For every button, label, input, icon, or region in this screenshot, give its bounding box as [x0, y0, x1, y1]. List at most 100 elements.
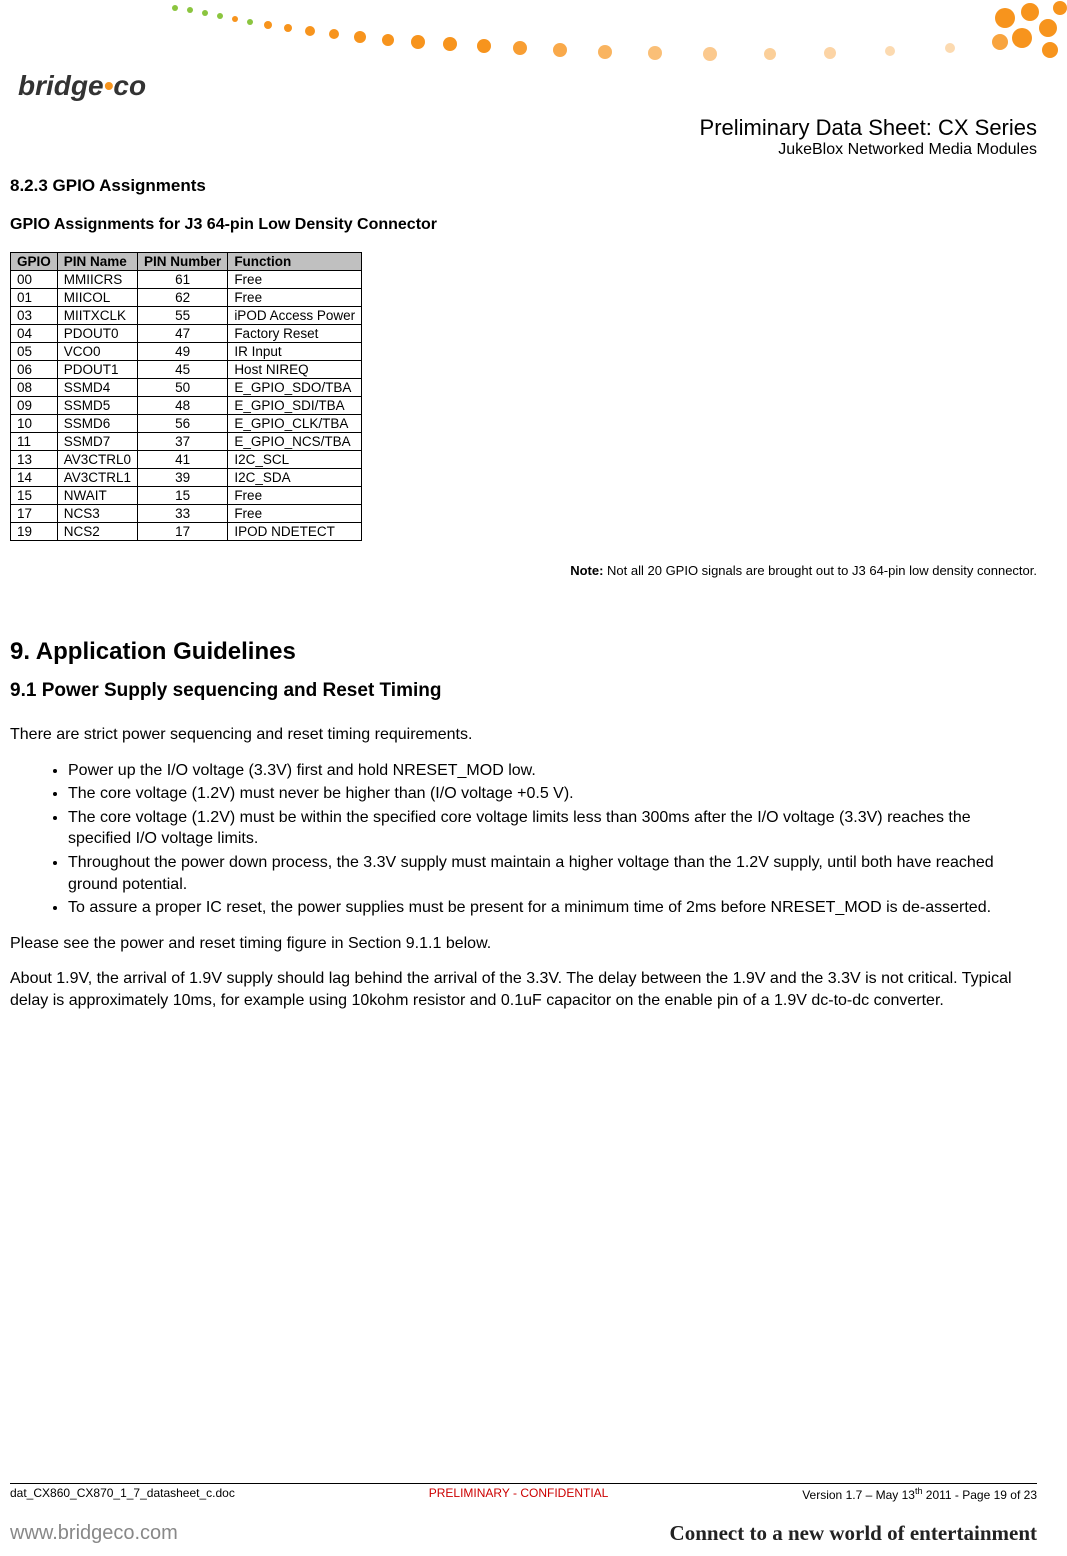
table-row: 17NCS333Free	[11, 505, 362, 523]
table-row: 10SSMD656E_GPIO_CLK/TBA	[11, 415, 362, 433]
footer-filename: dat_CX860_CX870_1_7_datasheet_c.doc	[10, 1486, 235, 1502]
section-9-heading: 9. Application Guidelines	[10, 638, 1037, 666]
table-cell: Free	[228, 289, 362, 307]
table-cell: 08	[11, 379, 58, 397]
col-function: Function	[228, 253, 362, 271]
table-cell: 50	[138, 379, 228, 397]
company-logo: bridge•co	[18, 70, 146, 102]
table-row: 00MMIICRS61Free	[11, 271, 362, 289]
header-decoration	[0, 0, 1067, 100]
table-cell: 55	[138, 307, 228, 325]
table-cell: PDOUT0	[57, 325, 137, 343]
table-cell: I2C_SDA	[228, 469, 362, 487]
table-cell: 62	[138, 289, 228, 307]
table-note: Note: Not all 20 GPIO signals are brough…	[10, 563, 1037, 578]
document-subtitle: JukeBlox Networked Media Modules	[700, 141, 1037, 159]
table-row: 06PDOUT145Host NIREQ	[11, 361, 362, 379]
tagline: Connect to a new world of entertainment	[670, 1521, 1037, 1546]
table-row: 04PDOUT047Factory Reset	[11, 325, 362, 343]
table-cell: SSMD6	[57, 415, 137, 433]
table-cell: 15	[11, 487, 58, 505]
table-row: 05VCO049IR Input	[11, 343, 362, 361]
table-row: 11SSMD737E_GPIO_NCS/TBA	[11, 433, 362, 451]
table-cell: iPOD Access Power	[228, 307, 362, 325]
table-cell: 47	[138, 325, 228, 343]
table-cell: E_GPIO_CLK/TBA	[228, 415, 362, 433]
table-cell: NCS2	[57, 523, 137, 541]
table-cell: MMIICRS	[57, 271, 137, 289]
table-cell: MIICOL	[57, 289, 137, 307]
table-cell: 45	[138, 361, 228, 379]
document-title: Preliminary Data Sheet: CX Series	[700, 115, 1037, 141]
page-footer: dat_CX860_CX870_1_7_datasheet_c.doc PREL…	[10, 1486, 1037, 1502]
list-item: To assure a proper IC reset, the power s…	[68, 897, 1037, 919]
table-cell: 10	[11, 415, 58, 433]
table-cell: Factory Reset	[228, 325, 362, 343]
table-cell: I2C_SCL	[228, 451, 362, 469]
table-row: 13AV3CTRL041I2C_SCL	[11, 451, 362, 469]
table-cell: Host NIREQ	[228, 361, 362, 379]
col-pinname: PIN Name	[57, 253, 137, 271]
table-row: 03MIITXCLK55iPOD Access Power	[11, 307, 362, 325]
list-item: Throughout the power down process, the 3…	[68, 852, 1037, 895]
table-cell: IR Input	[228, 343, 362, 361]
table-cell: VCO0	[57, 343, 137, 361]
table-cell: 05	[11, 343, 58, 361]
note-label: Note:	[570, 563, 603, 578]
requirements-list: Power up the I/O voltage (3.3V) first an…	[40, 760, 1037, 919]
table-row: 19NCS217IPOD NDETECT	[11, 523, 362, 541]
table-cell: 13	[11, 451, 58, 469]
table-cell: 17	[138, 523, 228, 541]
table-cell: 17	[11, 505, 58, 523]
footer-rule	[10, 1483, 1037, 1484]
note-text: Not all 20 GPIO signals are brought out …	[603, 563, 1037, 578]
table-cell: 04	[11, 325, 58, 343]
table-row: 15NWAIT15Free	[11, 487, 362, 505]
table-cell: 19	[11, 523, 58, 541]
table-cell: NWAIT	[57, 487, 137, 505]
bottom-bar: www.bridgeco.com Connect to a new world …	[10, 1521, 1037, 1546]
table-cell: SSMD7	[57, 433, 137, 451]
table-cell: 06	[11, 361, 58, 379]
table-cell: 11	[11, 433, 58, 451]
table-row: 14AV3CTRL139I2C_SDA	[11, 469, 362, 487]
table-cell: 09	[11, 397, 58, 415]
table-cell: 15	[138, 487, 228, 505]
list-item: The core voltage (1.2V) must never be hi…	[68, 783, 1037, 805]
table-cell: SSMD4	[57, 379, 137, 397]
table-cell: 56	[138, 415, 228, 433]
table-cell: 41	[138, 451, 228, 469]
list-item: Power up the I/O voltage (3.3V) first an…	[68, 760, 1037, 782]
table-cell: SSMD5	[57, 397, 137, 415]
footer-version: Version 1.7 – May 13th 2011 - Page 19 of…	[802, 1486, 1037, 1502]
logo-text-part2: co	[113, 70, 146, 101]
table-cell: 61	[138, 271, 228, 289]
table-cell: AV3CTRL1	[57, 469, 137, 487]
table-cell: 00	[11, 271, 58, 289]
para-see-figure: Please see the power and reset timing fi…	[10, 933, 1037, 955]
para-intro: There are strict power sequencing and re…	[10, 724, 1037, 746]
footer-confidential: PRELIMINARY - CONFIDENTIAL	[429, 1486, 609, 1502]
section-91-heading: 9.1 Power Supply sequencing and Reset Ti…	[10, 680, 1037, 702]
website-url: www.bridgeco.com	[10, 1522, 178, 1545]
table-cell: 48	[138, 397, 228, 415]
list-item: The core voltage (1.2V) must be within t…	[68, 807, 1037, 850]
table-cell: E_GPIO_SDI/TBA	[228, 397, 362, 415]
table-row: 08SSMD450E_GPIO_SDO/TBA	[11, 379, 362, 397]
document-header: Preliminary Data Sheet: CX Series JukeBl…	[700, 115, 1037, 159]
table-cell: 01	[11, 289, 58, 307]
table-cell: 03	[11, 307, 58, 325]
table-cell: E_GPIO_NCS/TBA	[228, 433, 362, 451]
table-cell: 33	[138, 505, 228, 523]
logo-text-part1: bridge	[18, 70, 104, 101]
table-cell: IPOD NDETECT	[228, 523, 362, 541]
table-header-row: GPIO PIN Name PIN Number Function	[11, 253, 362, 271]
table-cell: AV3CTRL0	[57, 451, 137, 469]
col-pinnumber: PIN Number	[138, 253, 228, 271]
table-cell: 49	[138, 343, 228, 361]
gpio-assignments-table: GPIO PIN Name PIN Number Function 00MMII…	[10, 252, 362, 541]
table-title: GPIO Assignments for J3 64-pin Low Densi…	[10, 216, 1037, 234]
page-content: 8.2.3 GPIO Assignments GPIO Assignments …	[10, 168, 1037, 1026]
table-cell: Free	[228, 487, 362, 505]
table-cell: MIITXCLK	[57, 307, 137, 325]
